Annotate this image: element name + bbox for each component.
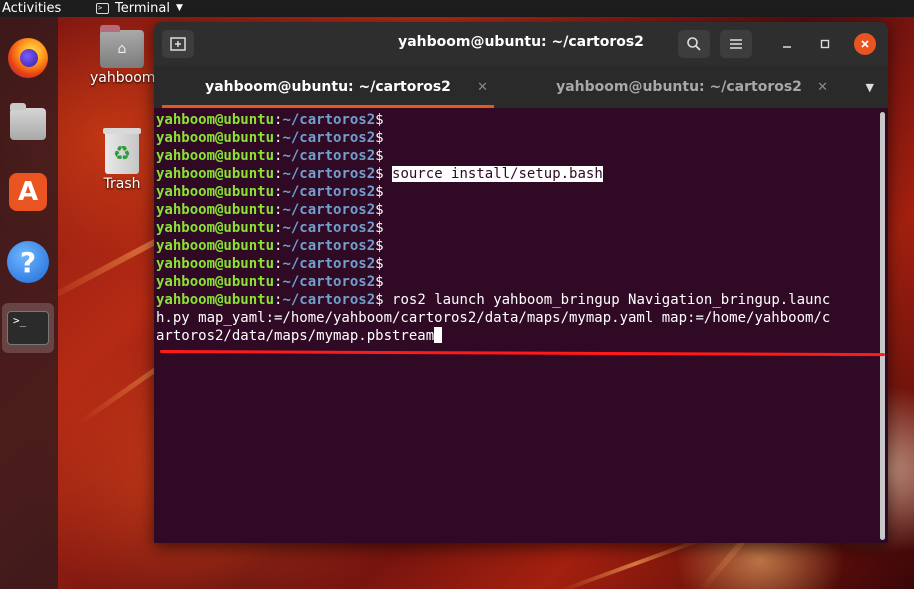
terminal-window: yahboom@ubuntu: ~/cartoros2 yahboom@ubun… <box>154 22 888 543</box>
dock-item-terminal[interactable]: >_ <box>2 303 54 353</box>
desktop-icon-home[interactable]: ⌂ yahboom <box>90 25 156 86</box>
minimize-button[interactable] <box>778 35 796 53</box>
text-cursor <box>434 327 443 343</box>
terminal-line: yahboom@ubuntu:~/cartoros2$ <box>156 130 384 146</box>
help-icon: ? <box>7 241 49 283</box>
minimize-icon <box>783 46 791 48</box>
home-folder-icon: ⌂ <box>100 25 144 68</box>
dock-item-software[interactable]: A <box>2 167 54 217</box>
tab-list-dropdown[interactable]: ▼ <box>866 81 874 94</box>
search-icon <box>687 37 701 51</box>
search-button[interactable] <box>678 30 710 58</box>
tab-close-icon[interactable]: ✕ <box>817 80 828 95</box>
terminal-line: yahboom@ubuntu:~/cartoros2$ ros2 launch … <box>156 292 831 308</box>
terminal-line: artoros2/data/maps/mymap.pbstream <box>156 327 878 345</box>
terminal-line: yahboom@ubuntu:~/cartoros2$ <box>156 256 384 272</box>
terminal-line: yahboom@ubuntu:~/cartoros2$ <box>156 202 384 218</box>
close-icon <box>861 40 869 48</box>
files-icon <box>10 103 46 140</box>
scrollbar[interactable] <box>880 112 885 540</box>
terminal-icon: > <box>96 3 109 14</box>
tab-bar: yahboom@ubuntu: ~/cartoros2 ✕ yahboom@ub… <box>154 66 888 108</box>
terminal-line: yahboom@ubuntu:~/cartoros2$ <box>156 184 384 200</box>
menu-button[interactable] <box>720 30 752 58</box>
tab-close-icon[interactable]: ✕ <box>477 80 488 95</box>
desktop-icon-label: yahboom <box>90 70 156 86</box>
terminal-lines: yahboom@ubuntu:~/cartoros2$ yahboom@ubun… <box>156 111 878 345</box>
tab-terminal-1[interactable]: yahboom@ubuntu: ~/cartoros2 ✕ <box>162 66 494 108</box>
terminal-line: h.py map_yaml:=/home/yahboom/cartoros2/d… <box>156 310 831 326</box>
dock-item-firefox[interactable] <box>2 33 54 83</box>
tab-label: yahboom@ubuntu: ~/cartoros2 <box>556 79 802 95</box>
terminal-line: yahboom@ubuntu:~/cartoros2$ <box>156 238 384 254</box>
app-menu[interactable]: > Terminal ▼ <box>96 0 183 17</box>
app-menu-label: Terminal <box>115 1 170 16</box>
dock: A ? >_ <box>0 17 58 589</box>
maximize-button[interactable] <box>816 35 834 53</box>
top-bar: Activities > Terminal ▼ <box>0 0 914 17</box>
tab-label: yahboom@ubuntu: ~/cartoros2 <box>205 79 451 95</box>
hamburger-menu-icon <box>730 39 742 49</box>
dock-item-help[interactable]: ? <box>2 237 54 287</box>
terminal-line: yahboom@ubuntu:~/cartoros2$ <box>156 220 384 236</box>
highlighted-command: source install/setup.bash <box>392 166 603 182</box>
tab-terminal-2[interactable]: yahboom@ubuntu: ~/cartoros2 ✕ <box>524 66 834 108</box>
chevron-down-icon: ▼ <box>175 3 183 13</box>
terminal-line: yahboom@ubuntu:~/cartoros2$ <box>156 148 384 164</box>
terminal-line: yahboom@ubuntu:~/cartoros2$ <box>156 274 384 290</box>
title-bar[interactable]: yahboom@ubuntu: ~/cartoros2 <box>154 22 888 66</box>
maximize-icon <box>820 39 830 49</box>
activities-button[interactable]: Activities <box>2 0 61 17</box>
chevron-down-icon: ▼ <box>865 81 874 94</box>
terminal-output[interactable]: yahboom@ubuntu:~/cartoros2$ yahboom@ubun… <box>154 108 888 543</box>
terminal-icon: >_ <box>7 311 49 345</box>
desktop-icon-label: Trash <box>103 176 141 192</box>
terminal-line: yahboom@ubuntu:~/cartoros2$ <box>156 112 384 128</box>
dock-item-files[interactable] <box>2 99 54 149</box>
trash-icon: ♻ <box>103 128 141 174</box>
desktop-icon-trash[interactable]: ♻ Trash <box>90 128 154 192</box>
terminal-line: yahboom@ubuntu:~/cartoros2$ source insta… <box>156 166 603 182</box>
close-button[interactable] <box>854 33 876 55</box>
firefox-icon <box>8 38 48 78</box>
software-store-icon: A <box>9 173 47 211</box>
